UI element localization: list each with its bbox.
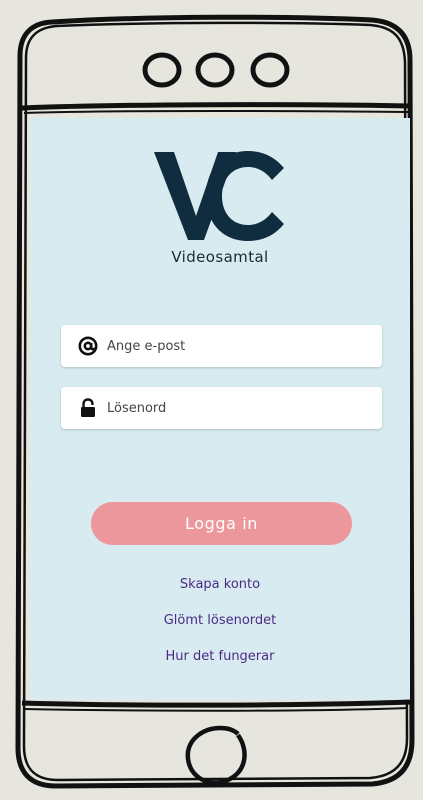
forgot-password-link[interactable]: Glömt lösenordet	[30, 613, 410, 628]
login-screen: Videosamtal Logga in Skapa konto	[30, 118, 410, 700]
lock-icon	[77, 397, 99, 419]
password-input[interactable]	[107, 400, 357, 416]
password-field[interactable]	[61, 387, 382, 429]
at-sign-icon	[77, 335, 99, 357]
how-it-works-link[interactable]: Hur det fungerar	[30, 649, 410, 664]
create-account-link[interactable]: Skapa konto	[30, 577, 410, 592]
email-field[interactable]	[61, 325, 382, 367]
app-subtitle: Videosamtal	[171, 248, 269, 266]
login-button[interactable]: Logga in	[91, 502, 352, 545]
vc-logo-icon	[154, 151, 284, 241]
phone-mockup: Videosamtal Logga in Skapa konto	[0, 0, 423, 800]
email-input[interactable]	[107, 338, 357, 354]
